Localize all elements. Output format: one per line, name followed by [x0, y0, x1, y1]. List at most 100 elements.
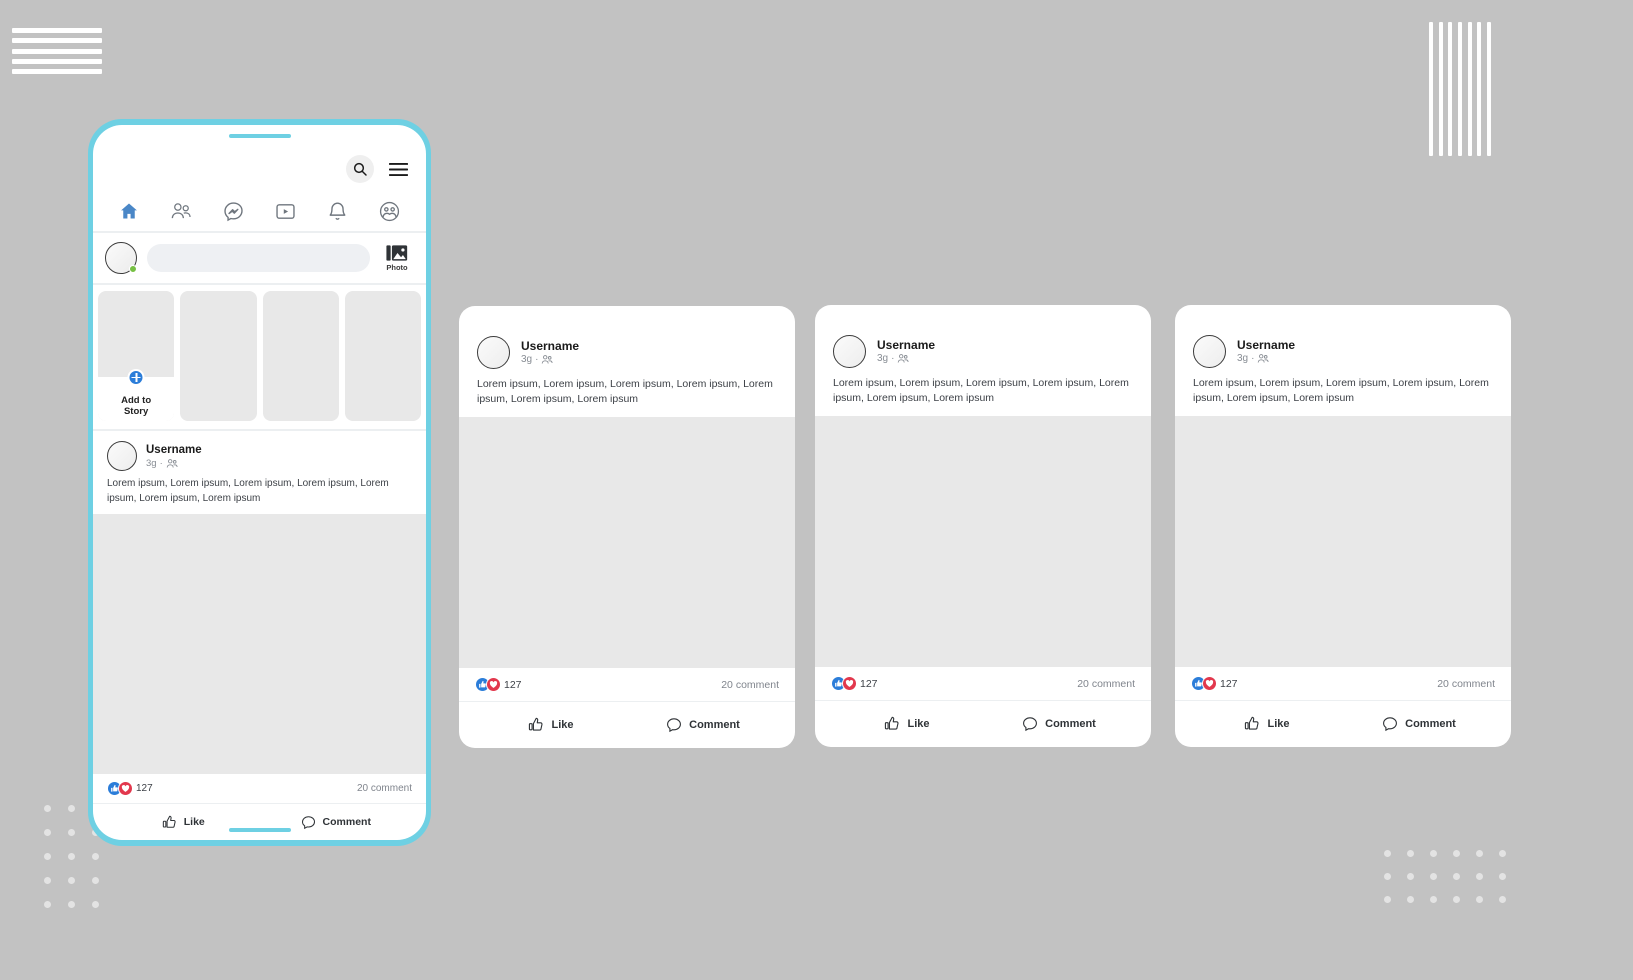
- comment-bubble-icon: [1022, 716, 1038, 732]
- post-card: Username 3g · Lorem ipsum, Lorem ipsum, …: [1175, 305, 1511, 747]
- phone-mockup: Photo Add to Story Username 3g · Lorem i…: [88, 119, 431, 846]
- post-reaction-row: 127 20 comment: [1175, 667, 1511, 701]
- post-time: 3g: [521, 354, 533, 365]
- friends-audience-icon: [1257, 353, 1270, 364]
- phone-notch-bar: [93, 125, 426, 147]
- thumbs-up-outline-icon: [1244, 716, 1260, 732]
- messenger-icon: [223, 201, 244, 222]
- groups-icon: [379, 201, 400, 222]
- friends-audience-icon: [897, 353, 910, 364]
- heart-reaction-icon: [842, 676, 857, 691]
- post-card: Username 3g · Lorem ipsum, Lorem ipsum, …: [815, 305, 1151, 747]
- like-label: Like: [551, 719, 574, 731]
- nav-item-friends[interactable]: [166, 198, 196, 224]
- post-username[interactable]: Username: [1237, 338, 1295, 352]
- like-button[interactable]: Like: [831, 716, 983, 732]
- hamburger-menu-icon: [388, 162, 408, 177]
- phone-screen: Photo Add to Story Username 3g · Lorem i…: [93, 125, 426, 840]
- post-image-placeholder[interactable]: [93, 514, 426, 774]
- friends-audience-icon: [541, 354, 554, 365]
- like-label: Like: [907, 718, 930, 730]
- composer-input[interactable]: [147, 244, 370, 272]
- comment-bubble-icon: [666, 717, 682, 733]
- post-time: 3g: [146, 457, 157, 469]
- story-add-to-story[interactable]: Add to Story: [98, 291, 175, 421]
- post-username[interactable]: Username: [521, 339, 579, 353]
- reaction-summary[interactable]: 127: [107, 781, 153, 796]
- story-item[interactable]: [180, 291, 257, 421]
- post-image-placeholder[interactable]: [815, 416, 1151, 667]
- reaction-count: 127: [1220, 677, 1238, 690]
- photo-image-icon: [386, 244, 408, 262]
- post-author-avatar[interactable]: [107, 441, 137, 471]
- comment-button[interactable]: Comment: [983, 716, 1135, 732]
- post-meta-separator: ·: [535, 354, 539, 365]
- menu-button[interactable]: [384, 155, 412, 183]
- user-avatar[interactable]: [105, 242, 137, 274]
- post-reaction-row: 127 20 comment: [93, 774, 426, 804]
- post-header: Username 3g ·: [1175, 305, 1511, 370]
- feed-post: Username 3g · Lorem ipsum, Lorem ipsum, …: [93, 431, 426, 840]
- post-body-text: Lorem ipsum, Lorem ipsum, Lorem ipsum, L…: [477, 378, 773, 405]
- post-author-avatar[interactable]: [833, 335, 866, 368]
- post-meta: 3g ·: [521, 353, 579, 366]
- decor-top-right-lines: [1429, 22, 1491, 156]
- post-meta: 3g ·: [146, 457, 202, 470]
- plus-circle-icon: [127, 369, 145, 386]
- nav-item-messenger[interactable]: [218, 198, 248, 224]
- thumbs-up-outline-icon: [528, 717, 544, 733]
- like-button[interactable]: Like: [1191, 716, 1343, 732]
- online-status-dot: [129, 265, 137, 273]
- post-header: Username 3g ·: [459, 306, 795, 371]
- reaction-summary[interactable]: 127: [831, 676, 878, 691]
- nav-item-notifications[interactable]: [323, 198, 353, 224]
- like-label: Like: [1267, 718, 1290, 730]
- comment-label: Comment: [1405, 718, 1456, 730]
- comment-count: 20 comment: [1437, 677, 1495, 690]
- search-button[interactable]: [346, 155, 374, 183]
- post-card: Username 3g · Lorem ipsum, Lorem ipsum, …: [459, 306, 795, 748]
- decor-bottom-right-dots: [1384, 850, 1522, 919]
- post-meta-separator: ·: [159, 457, 163, 469]
- post-image-placeholder[interactable]: [459, 417, 795, 668]
- post-image-placeholder[interactable]: [1175, 416, 1511, 667]
- post-meta: 3g ·: [1237, 352, 1295, 365]
- post-meta-separator: ·: [891, 353, 895, 364]
- post-username[interactable]: Username: [146, 443, 202, 457]
- post-time: 3g: [1237, 353, 1249, 364]
- reaction-summary[interactable]: 127: [475, 677, 522, 692]
- comment-button[interactable]: Comment: [1343, 716, 1495, 732]
- friends-icon: [170, 201, 192, 221]
- story-item[interactable]: [344, 291, 421, 421]
- comment-count: 20 comment: [1077, 677, 1135, 690]
- comment-count: 20 comment: [721, 678, 779, 691]
- comment-button[interactable]: Comment: [627, 717, 779, 733]
- home-indicator: [228, 828, 291, 832]
- story-item[interactable]: [262, 291, 339, 421]
- reaction-count: 127: [136, 783, 153, 794]
- reaction-summary[interactable]: 127: [1191, 676, 1238, 691]
- post-composer: Photo: [93, 233, 426, 285]
- comment-label: Comment: [322, 816, 371, 828]
- like-label: Like: [183, 816, 205, 828]
- story-add-overlay: Add to Story: [98, 369, 175, 421]
- post-username[interactable]: Username: [877, 338, 935, 352]
- heart-reaction-icon: [1202, 676, 1217, 691]
- post-time: 3g: [877, 353, 889, 364]
- app-topbar: [93, 147, 426, 191]
- nav-item-home[interactable]: [114, 198, 144, 224]
- like-button[interactable]: Like: [475, 717, 627, 733]
- post-body-text: Lorem ipsum, Lorem ipsum, Lorem ipsum, L…: [1193, 377, 1489, 404]
- stories-tray: Add to Story: [93, 285, 426, 431]
- nav-item-groups[interactable]: [375, 198, 405, 224]
- post-action-row: Like Comment: [1175, 701, 1511, 747]
- app-navbar: [93, 191, 426, 233]
- thumbs-up-outline-icon: [162, 815, 177, 830]
- thumbs-up-outline-icon: [884, 716, 900, 732]
- nav-item-watch[interactable]: [271, 198, 301, 224]
- post-author-avatar[interactable]: [1193, 335, 1226, 368]
- post-header: Username 3g ·: [815, 305, 1151, 370]
- add-photo-button[interactable]: Photo: [380, 244, 414, 272]
- post-author-avatar[interactable]: [477, 336, 510, 369]
- comment-bubble-icon: [1382, 716, 1398, 732]
